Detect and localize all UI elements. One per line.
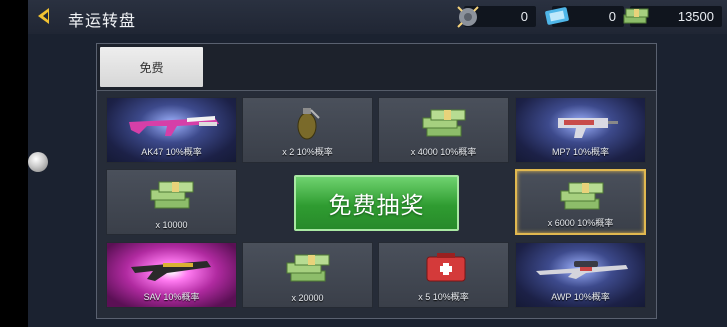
prize-label: x 10000 [155,220,188,230]
prize-label: AWP 10%概率 [551,292,610,302]
prize-cell-grenade[interactable]: x 2 10%概率 [242,97,373,163]
prize-cell-ak47[interactable]: AK47 10%概率 [106,97,237,163]
prize-label: x 5 10%概率 [418,292,469,302]
prize-cell-awp[interactable]: AWP 10%概率 [515,242,646,308]
prize-cell-cash-4000[interactable]: x 4000 10%概率 [378,97,509,163]
currency-cash: 13500 [623,6,722,27]
mp7-smg-icon [558,118,618,138]
ticket-count: 0 [608,9,616,24]
prize-label: MP7 10%概率 [551,147,610,157]
screen-bezel [0,0,28,327]
currency-ticket: 0 [545,6,624,27]
shotgun-icon [131,261,211,281]
gear-token-icon [457,6,479,28]
cash-stack-icon [150,181,194,209]
tab-free[interactable]: 免费 [100,47,203,87]
medkit-icon [426,253,466,282]
cash-stack-icon [422,109,466,137]
page-title: 幸运转盘 [68,13,137,30]
prize-cell-sav[interactable]: SAV 10%概率 [106,242,237,308]
prize-label: SAV 10%概率 [143,292,200,302]
floating-assist-orb[interactable] [28,152,48,172]
prize-label: x 4000 10%概率 [410,147,477,157]
tab-bar: 免费 [97,44,656,91]
token-count: 0 [520,9,528,24]
prize-cell-cash-20000[interactable]: x 20000 [242,242,373,308]
back-arrow-icon[interactable] [38,8,49,24]
prize-cell-cash-10000[interactable]: x 10000 [106,169,237,235]
prize-cell-mp7[interactable]: MP7 10%概率 [515,97,646,163]
grenade-icon [297,108,320,140]
ticket-icon [545,7,569,25]
cash-icon [623,8,649,24]
free-draw-button[interactable]: 免费抽奖 [294,175,459,231]
awp-sniper-icon [536,261,628,279]
prize-cell-medkit[interactable]: x 5 10%概率 [378,242,509,308]
prize-label: x 2 10%概率 [282,147,333,157]
cash-stack-icon [560,182,604,210]
prize-label: AK47 10%概率 [141,147,202,157]
top-bar: 幸运转盘 0 0 13500 [28,0,727,34]
ak47-rifle-icon [129,116,219,136]
prize-cell-cash-6000[interactable]: x 6000 10%概率 [515,169,646,235]
cash-count: 13500 [677,9,714,24]
cash-stack-icon [286,254,330,282]
prize-label: x 6000 10%概率 [547,218,614,228]
currency-token: 0 [457,6,536,28]
prize-label: x 20000 [291,293,324,303]
